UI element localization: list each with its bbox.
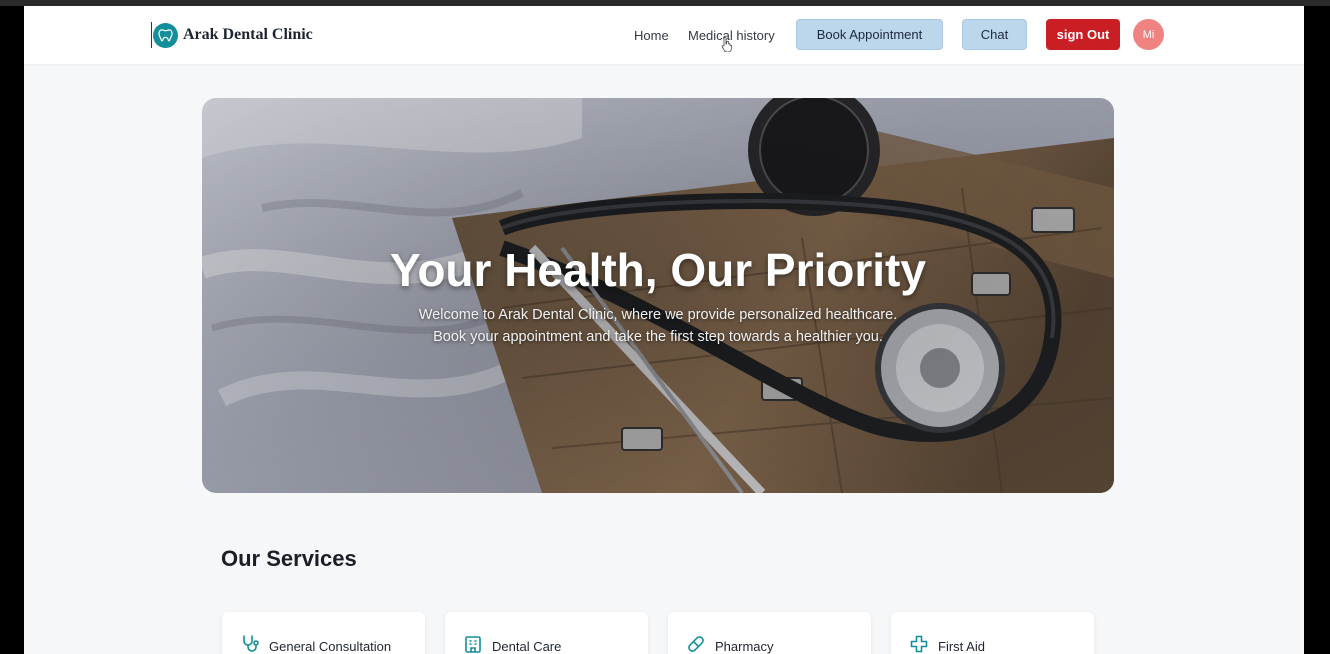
hero-subtitle-line-1: Welcome to Arak Dental Clinic, where we …: [418, 307, 898, 323]
chat-button[interactable]: Chat: [962, 19, 1027, 50]
dental-logo-icon: [153, 22, 178, 48]
sign-out-button[interactable]: sign Out: [1046, 19, 1120, 50]
service-card-general-consultation[interactable]: General Consultation: [222, 612, 425, 654]
hospital-building-icon: [465, 636, 481, 653]
stethoscope-icon: [243, 635, 259, 652]
service-card-dental-care[interactable]: Dental Care: [445, 612, 648, 654]
service-label: Dental Care: [492, 639, 562, 654]
navbar: Arak Dental Clinic Home Medical history …: [24, 6, 1304, 64]
service-label: General Consultation: [269, 639, 392, 654]
pill-icon: [688, 636, 704, 652]
hero-subtitle-line-2: Book your appointment and take the first…: [433, 329, 883, 345]
hero-banner: Your Health, Our Priority Welcome to Ara…: [202, 98, 1114, 493]
hero-title: Your Health, Our Priority: [390, 244, 926, 296]
hand-cursor-icon: [721, 37, 732, 52]
user-avatar[interactable]: Mi: [1133, 19, 1164, 50]
nav-link-home[interactable]: Home: [634, 28, 669, 43]
book-appointment-button[interactable]: Book Appointment: [796, 19, 943, 50]
service-card-pharmacy[interactable]: Pharmacy: [668, 612, 871, 654]
medical-cross-icon: [910, 635, 928, 653]
brand[interactable]: Arak Dental Clinic: [151, 22, 313, 48]
page: Arak Dental Clinic Home Medical history …: [24, 6, 1304, 654]
service-card-first-aid[interactable]: First Aid: [891, 612, 1094, 654]
service-label: Pharmacy: [715, 639, 774, 654]
text-caret: [151, 22, 152, 48]
service-label: First Aid: [938, 639, 985, 654]
services-heading: Our Services: [221, 546, 357, 571]
brand-name: Arak Dental Clinic: [183, 26, 313, 43]
